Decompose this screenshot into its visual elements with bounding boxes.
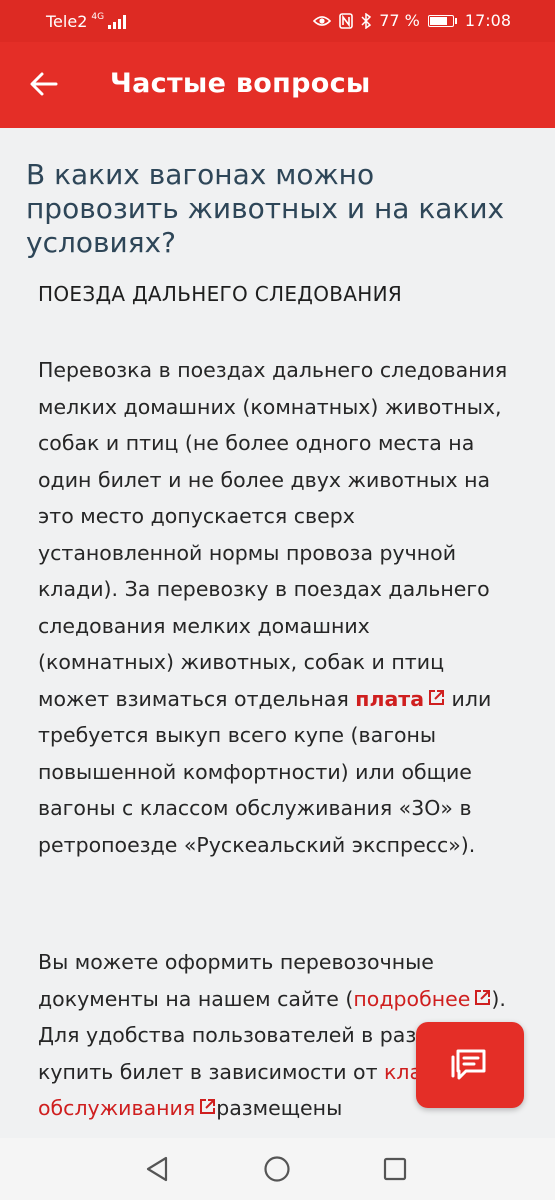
nav-back-button[interactable] [143, 1154, 173, 1184]
battery-percent: 77 % [379, 11, 420, 30]
chat-button[interactable] [416, 1022, 524, 1108]
chat-icon [451, 1049, 486, 1080]
back-triangle-icon [146, 1156, 168, 1182]
app-bar: Частые вопросы [0, 42, 555, 128]
network-type-label: 4G [91, 12, 105, 22]
paragraph-text: Перевозка в поездах дальнего следования … [38, 358, 508, 711]
section-heading: ПОЕЗДА ДАЛЬНЕГО СЛЕДОВАНИЯ [38, 282, 403, 306]
details-link[interactable]: подробнее [353, 987, 491, 1011]
recents-square-icon [383, 1157, 407, 1181]
faq-question: В каких вагонах можно провозить животных… [26, 158, 505, 259]
fee-link[interactable]: плата [355, 687, 445, 711]
paragraph-text: размещены [216, 1096, 343, 1120]
status-bar: Tele2 4G 77 % 17:08 [0, 0, 555, 42]
signal-icon [108, 14, 127, 29]
bluetooth-icon [361, 12, 372, 29]
clock: 17:08 [464, 11, 511, 30]
battery-icon [427, 14, 457, 27]
fee-link-label: плата [355, 686, 425, 711]
nav-home-button[interactable] [262, 1154, 292, 1184]
paragraph-text: или требуется выкуп всего купе (вагоны п… [38, 686, 492, 857]
eye-icon [313, 15, 332, 26]
details-link-label: подробнее [353, 986, 471, 1011]
external-link-icon [429, 689, 445, 705]
nfc-icon [339, 12, 354, 29]
page-title: Частые вопросы [110, 68, 371, 99]
carrier-label: Tele2 [46, 12, 88, 31]
faq-content: В каких вагонах можно провозить животных… [0, 128, 555, 1138]
external-link-icon [475, 989, 491, 1005]
system-navigation-bar [0, 1138, 555, 1200]
home-circle-icon [264, 1156, 290, 1182]
back-button[interactable] [26, 66, 62, 102]
arrow-left-icon [30, 72, 58, 96]
answer-paragraph-1: Перевозка в поездах дальнего следования … [38, 352, 508, 863]
nav-recents-button[interactable] [380, 1154, 410, 1184]
external-link-icon [200, 1099, 216, 1114]
